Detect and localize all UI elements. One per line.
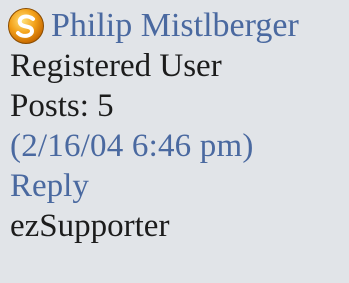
author-name-link[interactable]: Philip Mistlberger (51, 6, 299, 46)
reply-link[interactable]: Reply (10, 168, 89, 204)
author-role: Registered User (10, 48, 222, 84)
author-name-row: Philip Mistlberger (7, 6, 349, 46)
reply-row: Reply (10, 166, 349, 206)
post-author-panel: Philip Mistlberger Registered User Posts… (0, 0, 349, 283)
ezsupporter-badge-icon (8, 8, 44, 44)
author-post-count: Posts: 5 (10, 88, 114, 124)
post-timestamp-row: (2/16/04 6:46 pm) (10, 126, 349, 166)
supporter-rank: ezSupporter (10, 208, 170, 244)
post-timestamp-link[interactable]: (2/16/04 6:46 pm) (10, 128, 254, 164)
